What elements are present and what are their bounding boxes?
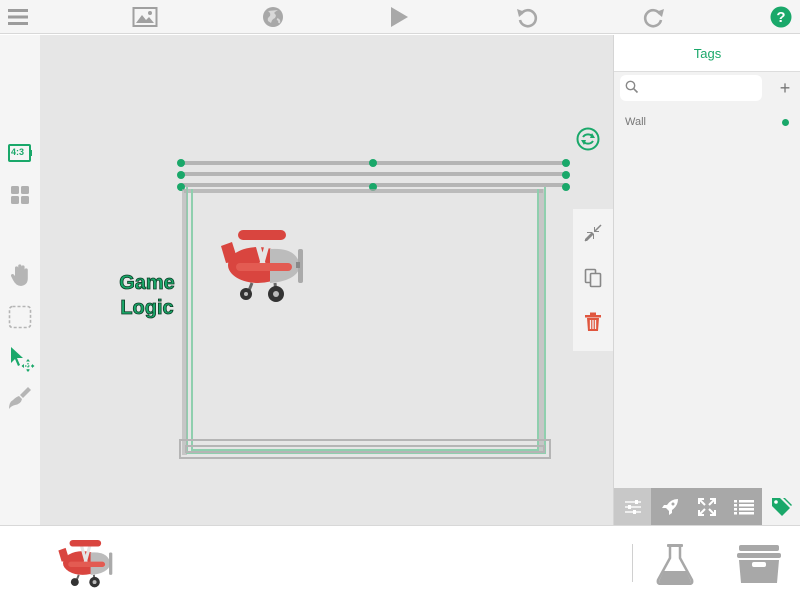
brush-icon[interactable] (8, 386, 32, 410)
help-icon[interactable]: ? (770, 6, 792, 28)
delete-icon[interactable] (583, 311, 603, 333)
add-tag-button[interactable]: + (776, 79, 794, 97)
tags-panel-title: Tags (614, 35, 800, 72)
grid-icon[interactable] (9, 185, 31, 205)
image-icon[interactable] (132, 5, 158, 29)
selection-icon[interactable] (8, 305, 32, 329)
menu-icon[interactable] (6, 6, 30, 28)
tag-search-box[interactable] (620, 75, 762, 101)
flask-icon[interactable] (656, 543, 694, 586)
wall-right[interactable] (539, 189, 544, 451)
shrink-icon[interactable] (583, 223, 603, 243)
tag-row[interactable]: Wall (614, 111, 800, 133)
tag-selected-indicator (782, 119, 789, 126)
top-toolbar: ? (0, 0, 800, 34)
pointer-move-icon[interactable] (9, 346, 35, 372)
expand-icon[interactable] (688, 488, 725, 525)
rocket-icon[interactable] (651, 488, 688, 525)
wall-bottom[interactable] (179, 439, 551, 459)
tags-panel: Tags + Wall (613, 35, 800, 525)
tag-icon[interactable] (762, 488, 800, 525)
resize-handle[interactable] (177, 159, 185, 167)
scene-canvas[interactable]: Game Logic (40, 35, 613, 525)
object-tools-panel (573, 209, 613, 351)
bottom-object-bar (0, 525, 800, 600)
aspect-ratio-icon[interactable]: 4:3 (8, 143, 32, 163)
undo-icon[interactable] (515, 5, 539, 29)
tag-label: Wall (625, 116, 646, 128)
play-icon[interactable] (388, 6, 410, 28)
resize-handle[interactable] (369, 159, 377, 167)
search-icon (625, 80, 639, 99)
globe-icon[interactable] (261, 6, 285, 28)
sliders-icon[interactable] (614, 488, 651, 525)
svg-text:?: ? (776, 9, 785, 26)
resize-handle[interactable] (562, 171, 570, 179)
rotate-icon[interactable] (576, 127, 600, 151)
list-icon[interactable] (725, 488, 762, 525)
biplane-thumbnail[interactable] (55, 538, 117, 588)
divider (632, 544, 633, 582)
hand-icon[interactable] (9, 263, 31, 287)
resize-handle[interactable] (177, 171, 185, 179)
resize-handle[interactable] (562, 159, 570, 167)
biplane-sprite[interactable] (218, 227, 308, 303)
wall-left[interactable] (182, 189, 187, 455)
redo-icon[interactable] (642, 5, 666, 29)
aspect-ratio-label: 4:3 (11, 147, 25, 157)
resize-handle[interactable] (562, 183, 570, 191)
archive-box-icon[interactable] (735, 544, 783, 584)
duplicate-icon[interactable] (583, 267, 603, 289)
left-toolbar: 4:3 (0, 35, 40, 525)
search-input[interactable] (640, 78, 756, 98)
panel-tab-bar (614, 488, 800, 525)
